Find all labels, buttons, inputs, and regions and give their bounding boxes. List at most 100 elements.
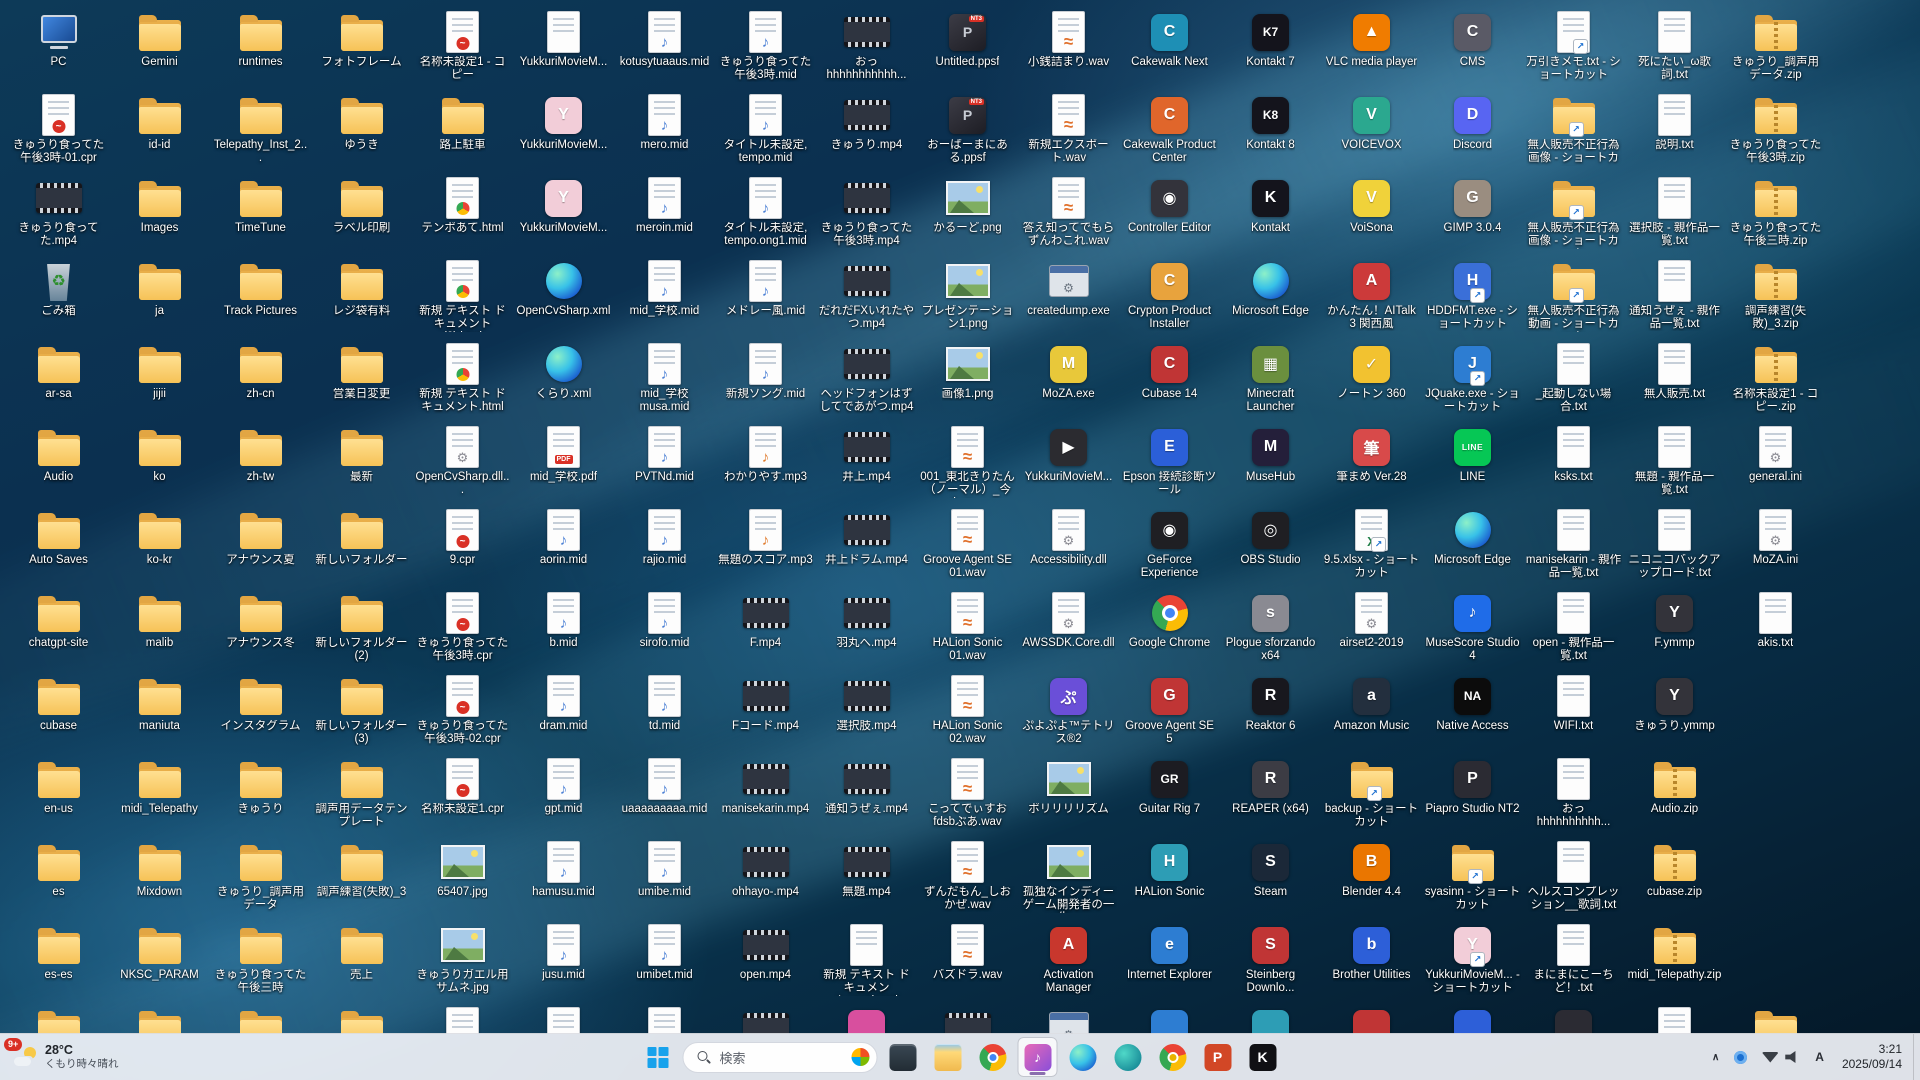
- desktop-icon[interactable]: 9.cpr: [412, 504, 513, 587]
- desktop-icon[interactable]: おっhhhhhhhhhhh...: [816, 6, 917, 89]
- desktop-icon[interactable]: PVTNd.mid: [614, 421, 715, 504]
- desktop-icon[interactable]: chatgpt-site: [8, 587, 109, 670]
- desktop-icon[interactable]: Y F.ymmp: [1624, 587, 1725, 670]
- desktop-icon[interactable]: 路上駐車: [412, 89, 513, 172]
- taskbar-recorder-app[interactable]: [883, 1037, 923, 1077]
- desktop-icon[interactable]: Microsoft Edge: [1422, 504, 1523, 587]
- desktop-icon[interactable]: 井上ドラム.mp4: [816, 504, 917, 587]
- desktop-icon[interactable]: ja: [109, 255, 210, 338]
- desktop-icon[interactable]: 選択肢 - 親作品一覧.txt: [1624, 172, 1725, 255]
- desktop-icon[interactable]: cubase: [8, 670, 109, 753]
- desktop-icon[interactable]: 井上.mp4: [816, 421, 917, 504]
- desktop-icon[interactable]: 無題 - 親作品一覧.txt: [1624, 421, 1725, 504]
- desktop-icon[interactable]: runtimes: [210, 6, 311, 89]
- desktop-icon[interactable]: [311, 1002, 412, 1034]
- desktop-icon[interactable]: 無人販売不正行為画像 - ショートカッ...: [1523, 89, 1624, 172]
- desktop-icon[interactable]: V VoiSona: [1321, 172, 1422, 255]
- desktop-icon[interactable]: 説明.txt: [1624, 89, 1725, 172]
- desktop-icon[interactable]: Fコード.mp4: [715, 670, 816, 753]
- desktop-icon[interactable]: E Epson 接続診断ツール: [1119, 421, 1220, 504]
- desktop-icon[interactable]: きゅうり食ってた午後3時.mid: [715, 6, 816, 89]
- desktop-icon[interactable]: ヘルスコンプレッション__歌詞.txt: [1523, 836, 1624, 919]
- desktop-icon[interactable]: タイトル未設定, tempo.ong1.mid: [715, 172, 816, 255]
- desktop-icon[interactable]: C Cakewalk Next: [1119, 6, 1220, 89]
- desktop-icon[interactable]: manisekarin - 親作品一覧.txt: [1523, 504, 1624, 587]
- desktop-icon[interactable]: hamusu.mid: [513, 836, 614, 919]
- desktop-icon[interactable]: ohhayo-.mp4: [715, 836, 816, 919]
- desktop-icon[interactable]: 画像1.png: [917, 338, 1018, 421]
- desktop-icon[interactable]: [1422, 1002, 1523, 1034]
- desktop-icon[interactable]: ゆうき: [311, 89, 412, 172]
- taskbar-chrome[interactable]: [973, 1037, 1013, 1077]
- desktop-icon[interactable]: 無人販売不正行為動画 - ショートカット: [1523, 255, 1624, 338]
- desktop-icon[interactable]: S Steinberg Downlo...: [1220, 919, 1321, 1002]
- desktop-icon[interactable]: [1523, 1002, 1624, 1034]
- desktop-icon[interactable]: B Blender 4.4: [1321, 836, 1422, 919]
- desktop-icon[interactable]: Auto Saves: [8, 504, 109, 587]
- taskbar-file-explorer[interactable]: [928, 1037, 968, 1077]
- desktop-icon[interactable]: 売上: [311, 919, 412, 1002]
- desktop-icon[interactable]: きゅうり食ってた午後3時.cpr: [412, 587, 513, 670]
- desktop-icon[interactable]: 筆筆まめ Ver.28: [1321, 421, 1422, 504]
- desktop-icon[interactable]: Images: [109, 172, 210, 255]
- desktop-icon[interactable]: メドレー風.mid: [715, 255, 816, 338]
- desktop-icon[interactable]: mero.mid: [614, 89, 715, 172]
- desktop-icon[interactable]: Audio: [8, 421, 109, 504]
- desktop-icon[interactable]: ずんだもん_しおかぜ.wav: [917, 836, 1018, 919]
- desktop-icon[interactable]: だれだFXいれたやつ.mp4: [816, 255, 917, 338]
- desktop-icon[interactable]: R REAPER (x64): [1220, 753, 1321, 836]
- desktop-icon[interactable]: バズドラ.wav: [917, 919, 1018, 1002]
- desktop-icon[interactable]: ポリリリリズム: [1018, 753, 1119, 836]
- desktop-icon[interactable]: maniuta: [109, 670, 210, 753]
- desktop-icon[interactable]: プレゼンテーション1.png: [917, 255, 1018, 338]
- desktop-icon[interactable]: ko: [109, 421, 210, 504]
- desktop-icon[interactable]: Audio.zip: [1624, 753, 1725, 836]
- desktop-icon[interactable]: 新規 テキスト ドキュメント (2).html: [412, 255, 513, 338]
- desktop-icon[interactable]: 無題のスコア.mp3: [715, 504, 816, 587]
- desktop-icon[interactable]: G Groove Agent SE 5: [1119, 670, 1220, 753]
- desktop-icon[interactable]: YYukkuriMovieM... - ショートカット: [1422, 919, 1523, 1002]
- desktop-icon[interactable]: akis.txt: [1725, 587, 1826, 670]
- desktop-icon[interactable]: ♪ MuseScore Studio 4: [1422, 587, 1523, 670]
- taskbar-k-app[interactable]: K: [1243, 1037, 1283, 1077]
- desktop-icon[interactable]: 名称未設定1 - コピー.zip: [1725, 338, 1826, 421]
- desktop-icon[interactable]: [513, 1002, 614, 1034]
- desktop-icon[interactable]: 名称未設定1.cpr: [412, 753, 513, 836]
- ime-indicator[interactable]: A: [1808, 1038, 1831, 1076]
- desktop-icon[interactable]: cubase.zip: [1624, 836, 1725, 919]
- desktop-icon[interactable]: en-us: [8, 753, 109, 836]
- desktop-icon[interactable]: インスタグラム: [210, 670, 311, 753]
- desktop-icon[interactable]: NKSC_PARAM: [109, 919, 210, 1002]
- desktop-icon[interactable]: mid_学校musa.mid: [614, 338, 715, 421]
- desktop-icon[interactable]: 新規 テキスト ドキュメント.html: [412, 338, 513, 421]
- desktop-icon[interactable]: 孤独なインディーゲーム開発者の一生...: [1018, 836, 1119, 919]
- desktop-icon[interactable]: backup - ショートカット: [1321, 753, 1422, 836]
- desktop-icon[interactable]: ko-kr: [109, 504, 210, 587]
- desktop-icon[interactable]: Gemini: [109, 6, 210, 89]
- desktop-icon[interactable]: アナウンス夏: [210, 504, 311, 587]
- taskbar-edge[interactable]: [1063, 1037, 1103, 1077]
- taskbar-powerpoint[interactable]: P: [1198, 1037, 1238, 1077]
- desktop-icon[interactable]: meroin.mid: [614, 172, 715, 255]
- desktop-icon[interactable]: jusu.mid: [513, 919, 614, 1002]
- desktop-icon[interactable]: きゅうり.mp4: [816, 89, 917, 172]
- desktop-icon[interactable]: ニコニコバックアップロード.txt: [1624, 504, 1725, 587]
- desktop-icon[interactable]: K7 Kontakt 7: [1220, 6, 1321, 89]
- desktop-icon[interactable]: アナウンス冬: [210, 587, 311, 670]
- desktop-icon[interactable]: 通知うぜぇ - 親作品一覧.txt: [1624, 255, 1725, 338]
- show-desktop-button[interactable]: [1913, 1034, 1920, 1080]
- desktop-icon[interactable]: JJQuake.exe - ショートカット: [1422, 338, 1523, 421]
- desktop-icon[interactable]: A かんたん！AITalk 3 関西風: [1321, 255, 1422, 338]
- desktop-icon[interactable]: きゅうり食ってた午後3時.zip: [1725, 89, 1826, 172]
- taskbar-teal-app[interactable]: [1108, 1037, 1148, 1077]
- bluetooth-tray-icon[interactable]: [1727, 1038, 1754, 1076]
- desktop-icon[interactable]: くらり.xml: [513, 338, 614, 421]
- desktop-icon[interactable]: 新規エクスポート.wav: [1018, 89, 1119, 172]
- desktop-icon[interactable]: [1119, 1002, 1220, 1034]
- desktop-icon[interactable]: かるーど.png: [917, 172, 1018, 255]
- desktop-icon[interactable]: 調声用データテンプレート: [311, 753, 412, 836]
- desktop-icon[interactable]: GR Guitar Rig 7: [1119, 753, 1220, 836]
- desktop-icon[interactable]: ◉ Controller Editor: [1119, 172, 1220, 255]
- desktop-icon[interactable]: malib: [109, 587, 210, 670]
- desktop-icon[interactable]: ぷぷよぷよ™テトリス®2: [1018, 670, 1119, 753]
